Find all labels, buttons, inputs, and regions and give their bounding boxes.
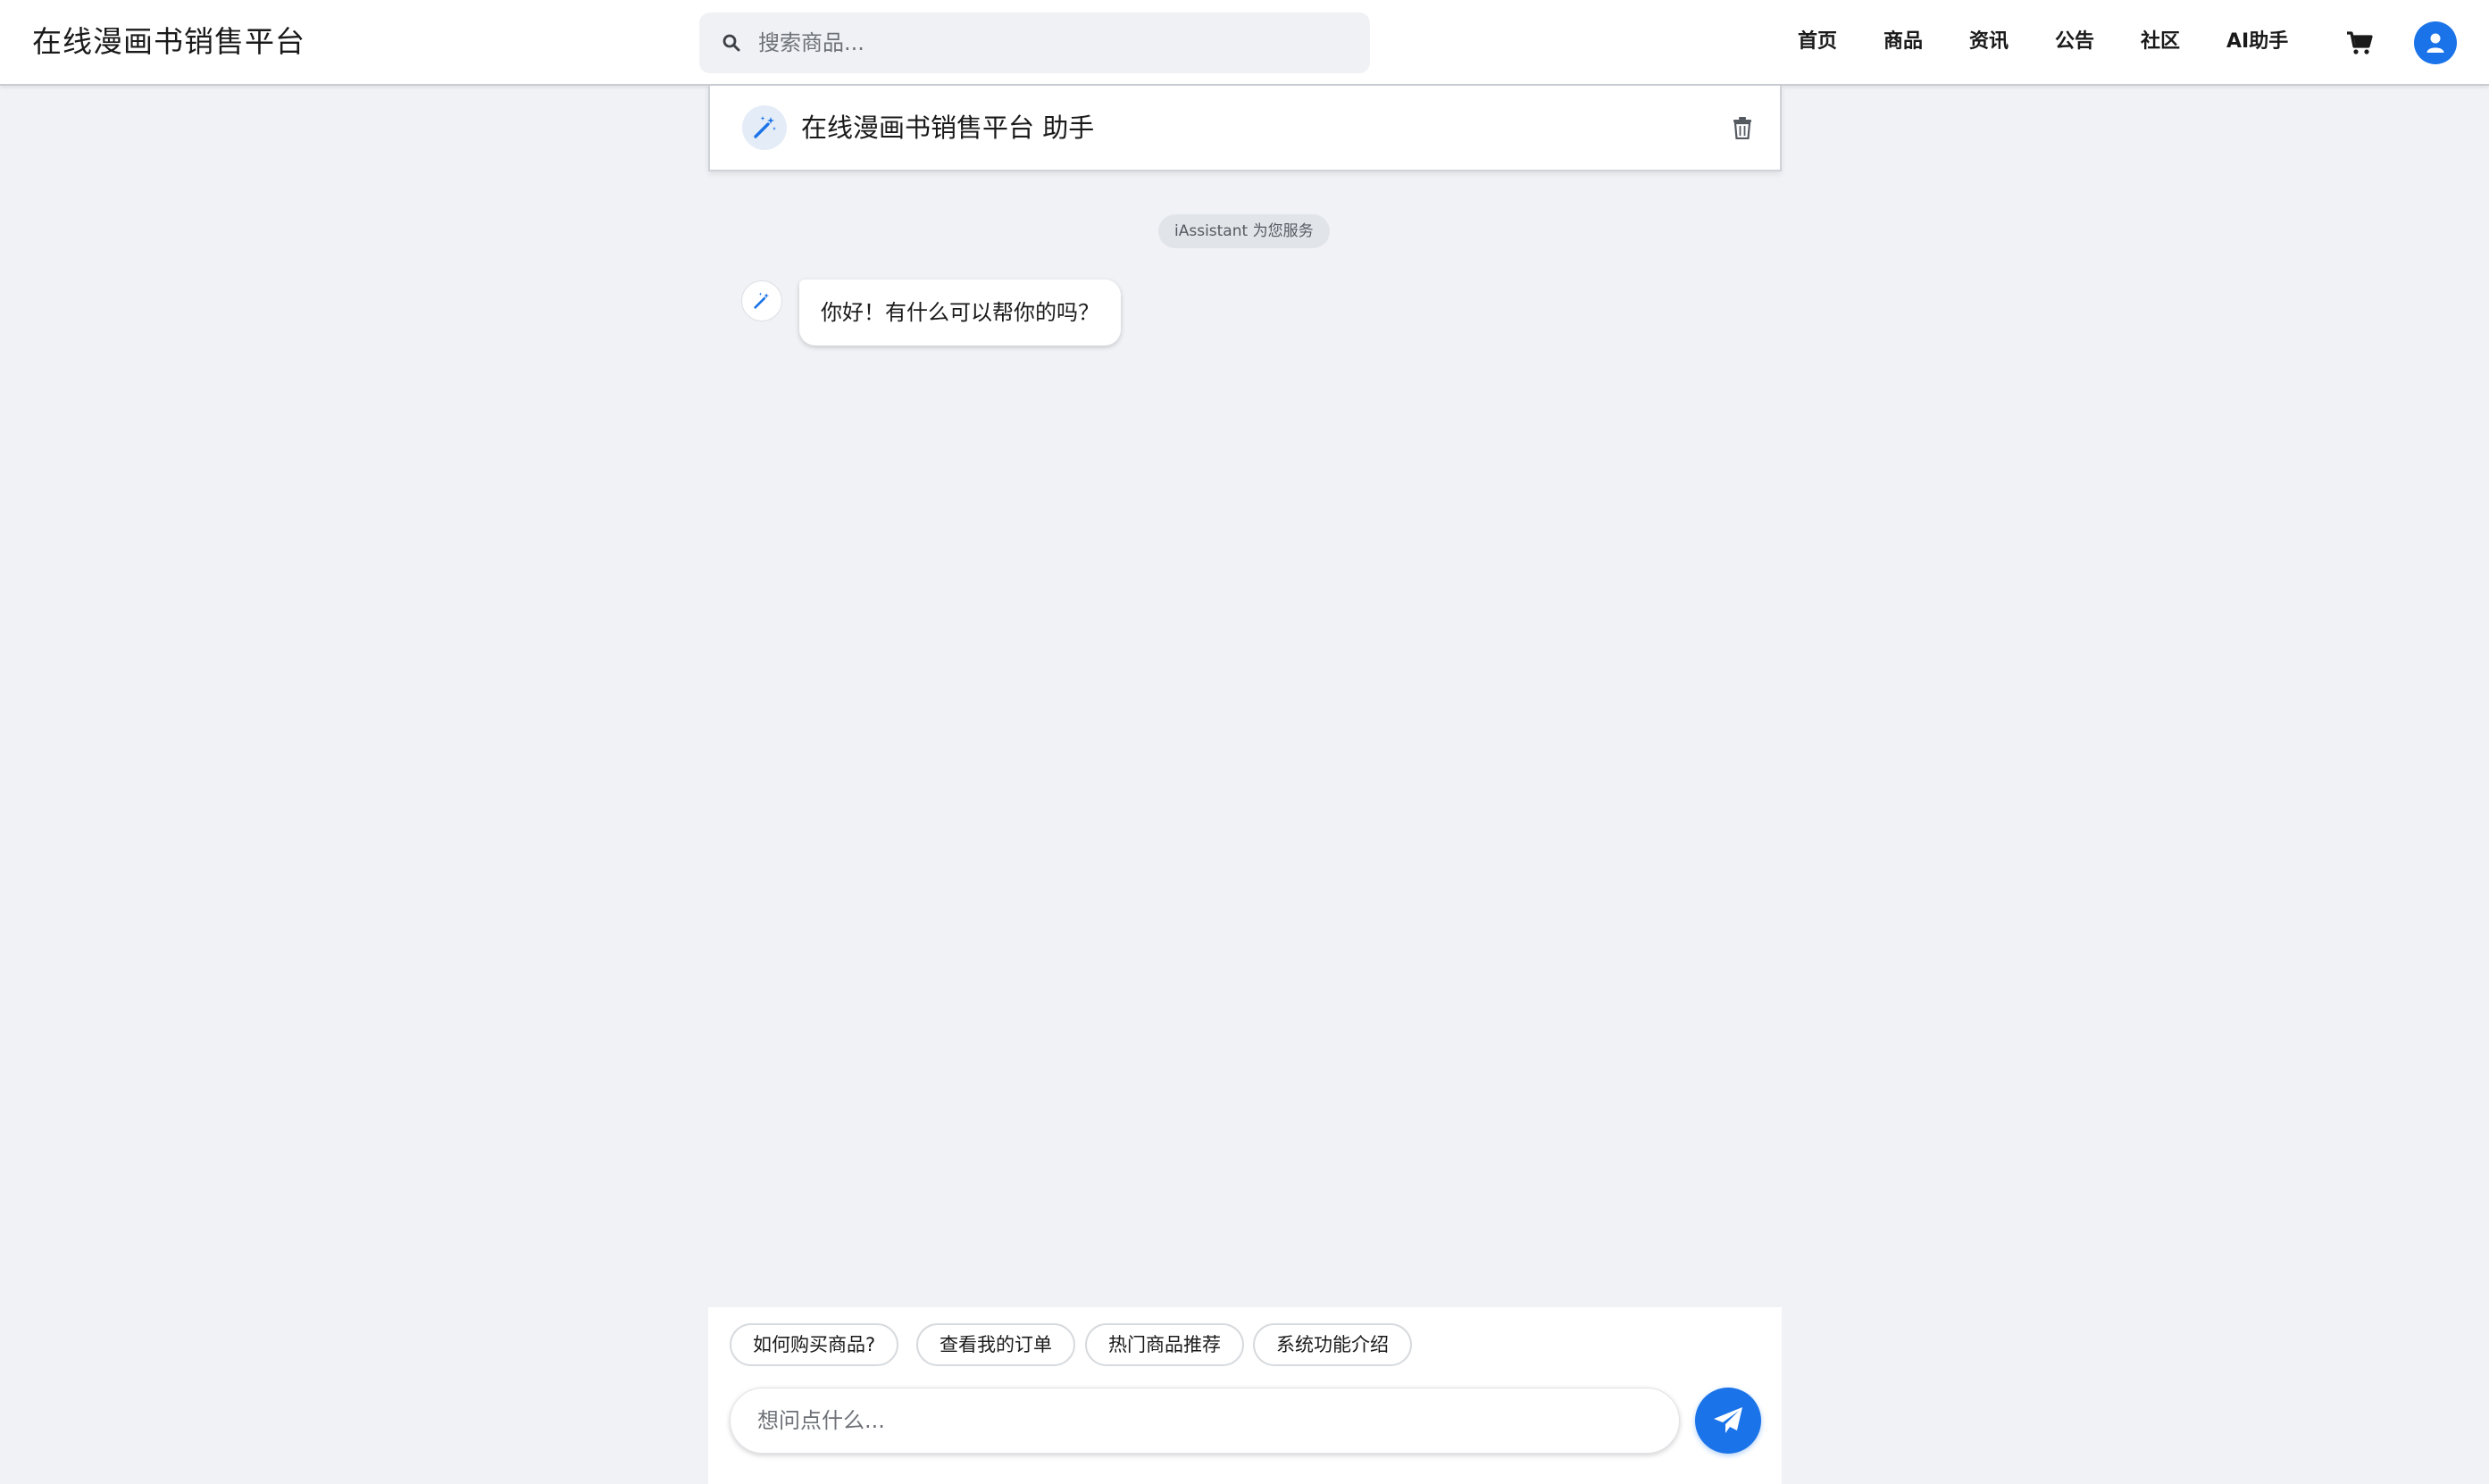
search-icon (722, 34, 740, 52)
magic-wand-icon (754, 116, 776, 138)
chat-title: 在线漫画书销售平台 助手 (801, 113, 1095, 143)
chat-composer: 如何购买商品? 查看我的订单 热门商品推荐 系统功能介绍 (708, 1307, 1782, 1484)
assistant-message: 你好！有什么可以帮你的吗？ (799, 279, 1121, 346)
user-icon (2426, 33, 2444, 53)
paper-plane-icon (1714, 1407, 1742, 1433)
quick-reply-hot-products[interactable]: 热门商品推荐 (1085, 1323, 1244, 1366)
chat-header: 在线漫画书销售平台 助手 (708, 86, 1782, 171)
cart-icon[interactable] (2345, 29, 2374, 57)
nav-link-ai-assistant[interactable]: AI助手 (2226, 27, 2288, 57)
service-notice: iAssistant 为您服务 (1158, 214, 1330, 248)
nav-link-home[interactable]: 首页 (1798, 27, 1837, 57)
trash-icon[interactable] (1732, 116, 1753, 139)
user-avatar[interactable] (2414, 21, 2457, 64)
site-brand[interactable]: 在线漫画书销售平台 (32, 21, 305, 63)
quick-reply-how-to-buy[interactable]: 如何购买商品? (730, 1323, 899, 1366)
quick-reply-my-orders[interactable]: 查看我的订单 (916, 1323, 1075, 1366)
search-bar[interactable] (699, 13, 1370, 73)
message-bot-avatar (741, 280, 782, 321)
search-input[interactable] (758, 13, 1348, 73)
message-input[interactable] (757, 1388, 1650, 1453)
send-button[interactable] (1695, 1388, 1761, 1454)
quick-reply-features[interactable]: 系统功能介绍 (1253, 1323, 1412, 1366)
nav-link-community[interactable]: 社区 (2141, 27, 2180, 57)
nav-link-news[interactable]: 资讯 (1969, 27, 2009, 57)
magic-wand-icon (754, 292, 770, 309)
top-navbar: 在线漫画书销售平台 首页 商品 资讯 公告 社区 AI助手 (0, 0, 2489, 86)
nav-link-products[interactable]: 商品 (1883, 27, 1923, 57)
bot-avatar (742, 105, 787, 150)
message-input-wrapper[interactable] (730, 1388, 1680, 1454)
nav-link-announcements[interactable]: 公告 (2055, 27, 2094, 57)
